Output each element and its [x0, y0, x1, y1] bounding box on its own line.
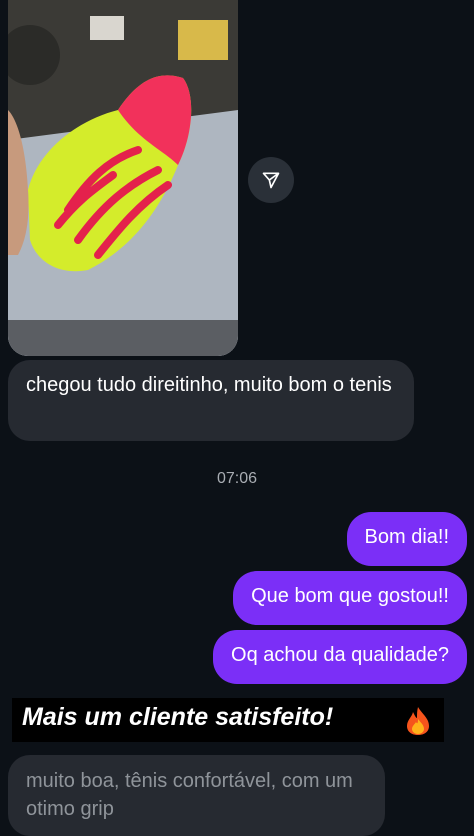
- share-button[interactable]: [248, 157, 294, 203]
- message-text: Bom dia!!: [364, 526, 449, 548]
- shared-photo[interactable]: [8, 0, 238, 356]
- outgoing-message[interactable]: Oq achou da qualidade?: [213, 630, 467, 684]
- outgoing-message[interactable]: Que bom que gostou!!: [233, 571, 467, 625]
- caption-text: Mais um cliente satisfeito!: [22, 703, 334, 731]
- message-text: muito boa, tênis confortável, com um oti…: [26, 770, 353, 820]
- incoming-message[interactable]: chegou tudo direitinho, muito bom o teni…: [8, 360, 414, 441]
- message-text: Oq achou da qualidade?: [231, 644, 449, 666]
- message-timestamp: 07:06: [216, 470, 258, 487]
- sneaker-photo-image: [8, 0, 238, 356]
- fire-emoji-icon: [404, 706, 432, 736]
- outgoing-message[interactable]: Bom dia!!: [346, 512, 467, 566]
- message-text: Que bom que gostou!!: [251, 585, 449, 607]
- message-text: chegou tudo direitinho, muito bom o teni…: [26, 374, 392, 396]
- incoming-message[interactable]: muito boa, tênis confortável, com um oti…: [8, 755, 385, 836]
- send-icon: [262, 172, 280, 189]
